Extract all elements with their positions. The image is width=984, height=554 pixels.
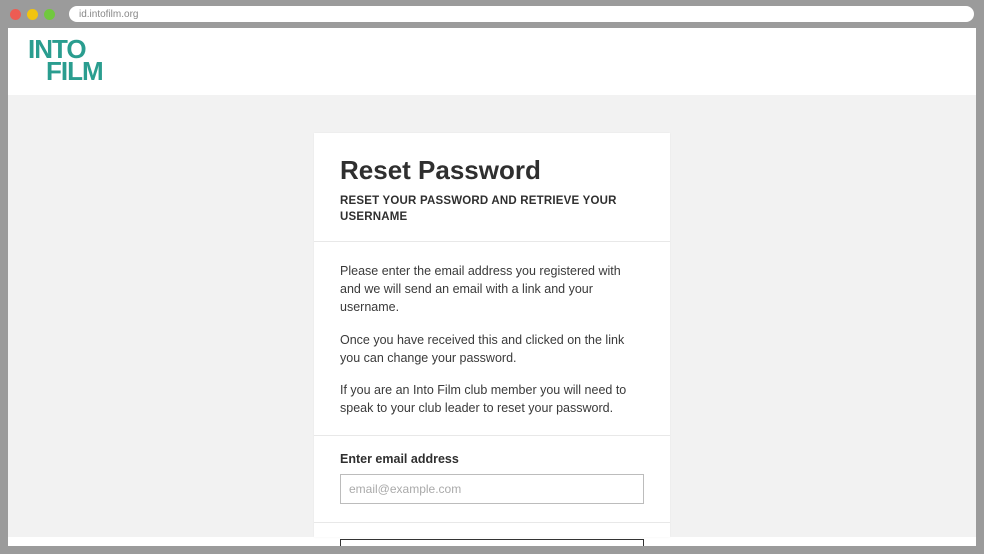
content-area: Reset Password RESET YOUR PASSWORD AND R… [8,95,976,537]
send-reset-email-button[interactable]: SEND RESET EMAIL [340,539,644,546]
window-minimize-icon[interactable] [27,9,38,20]
email-label: Enter email address [340,452,644,466]
browser-toolbar: id.intofilm.org [0,0,984,28]
instruction-paragraph-3: If you are an Into Film club member you … [340,381,644,417]
site-header: INTO FILM [8,28,976,95]
viewport-frame: INTO FILM Reset Password RESET YOUR PASS… [0,28,984,554]
window-close-icon[interactable] [10,9,21,20]
card-form: Enter email address [314,436,670,523]
card-body: Please enter the email address you regis… [314,242,670,436]
instruction-paragraph-1: Please enter the email address you regis… [340,262,644,316]
instruction-paragraph-2: Once you have received this and clicked … [340,331,644,367]
url-bar[interactable]: id.intofilm.org [69,6,974,22]
card-action: SEND RESET EMAIL [314,523,670,546]
site-logo[interactable]: INTO FILM [28,38,103,82]
card-title: Reset Password [340,155,644,186]
card-header: Reset Password RESET YOUR PASSWORD AND R… [314,133,670,242]
card-subtitle: RESET YOUR PASSWORD AND RETRIEVE YOUR US… [340,194,644,225]
reset-password-card: Reset Password RESET YOUR PASSWORD AND R… [314,133,670,537]
url-text: id.intofilm.org [79,9,138,20]
page: INTO FILM Reset Password RESET YOUR PASS… [8,28,976,546]
window-maximize-icon[interactable] [44,9,55,20]
logo-line2: FILM [46,60,103,82]
email-input[interactable] [340,474,644,504]
